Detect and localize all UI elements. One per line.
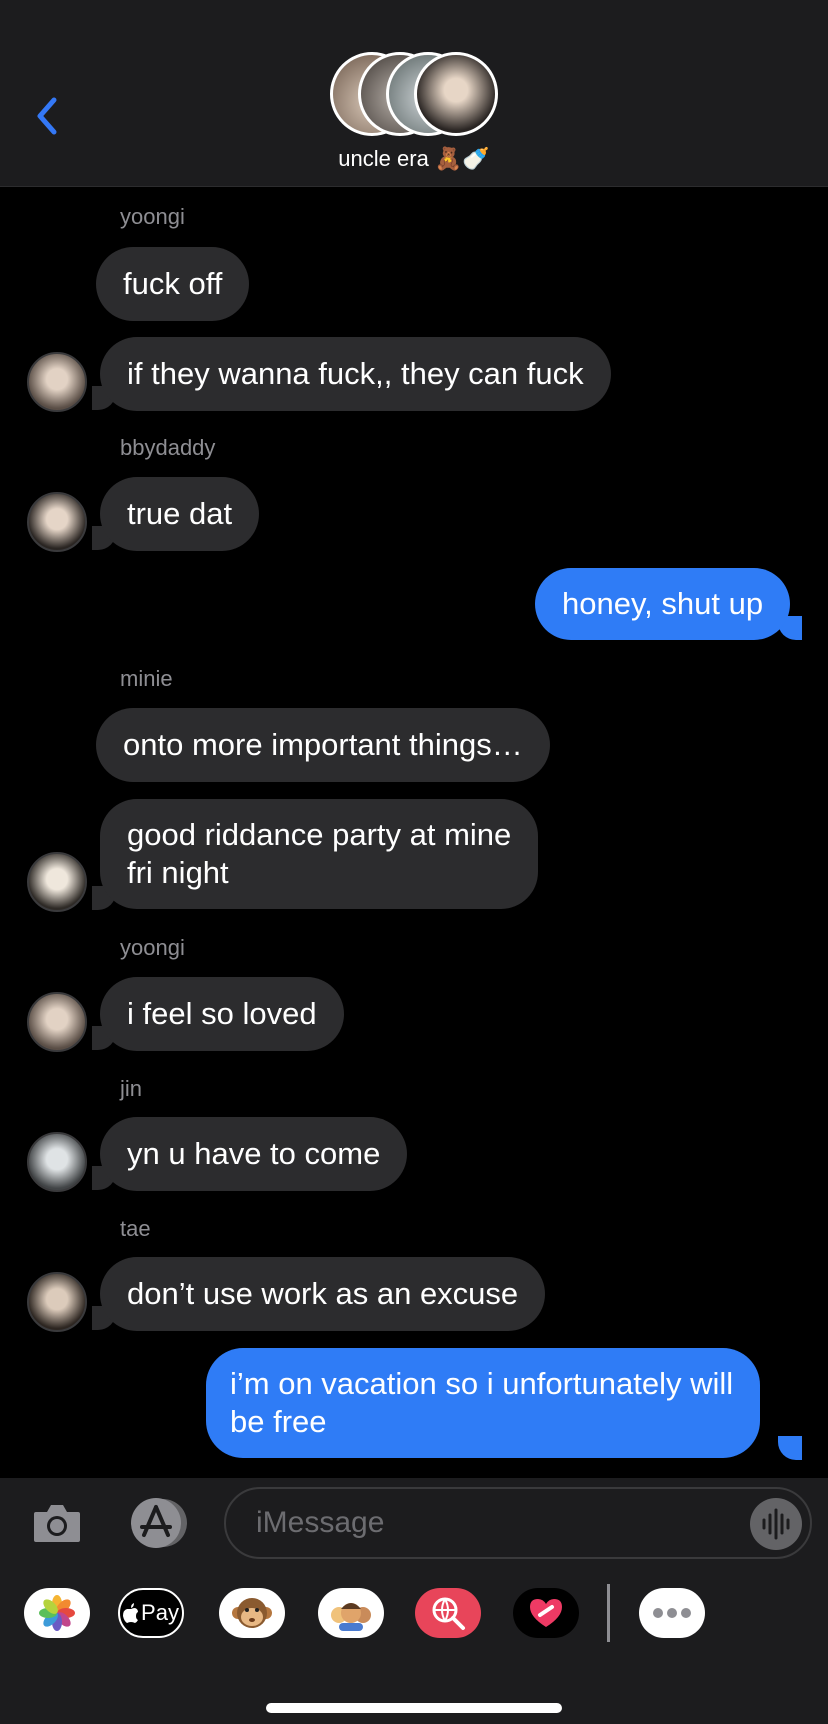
message-line: fri night	[127, 855, 229, 890]
conversation-header: uncle era 🧸🍼	[0, 0, 828, 187]
sender-name: minie	[120, 666, 173, 691]
bubble-tail	[778, 1436, 802, 1460]
memoji-app-button[interactable]	[318, 1588, 384, 1638]
message-bubble[interactable]: i’m on vacation so i unfortunately will …	[206, 1348, 761, 1458]
compose-bar	[0, 1478, 828, 1570]
sender-name: yoongi	[120, 935, 185, 960]
globe-search-icon	[432, 1597, 465, 1630]
avatar[interactable]	[27, 992, 87, 1052]
waveform-icon	[762, 1508, 790, 1540]
monkey-icon	[232, 1598, 272, 1628]
group-avatar-stack[interactable]	[330, 52, 498, 136]
avatar[interactable]	[27, 352, 87, 412]
app-store-icon[interactable]	[126, 1496, 190, 1550]
message-bubble[interactable]: yn u have to come	[100, 1117, 408, 1191]
message-bubble[interactable]: true dat	[100, 477, 260, 551]
photos-icon	[39, 1595, 75, 1631]
search-images-app-button[interactable]	[415, 1588, 481, 1638]
avatar[interactable]	[27, 852, 87, 912]
audio-message-button[interactable]	[750, 1498, 802, 1550]
avatar[interactable]	[27, 1272, 87, 1332]
sender-name: jin	[120, 1076, 143, 1101]
apple-pay-label: Pay	[141, 1600, 179, 1625]
message-bubble[interactable]: i feel so loved	[100, 977, 344, 1051]
home-indicator[interactable]	[266, 1703, 562, 1713]
digital-touch-app-button[interactable]	[513, 1588, 579, 1638]
sender-name: tae	[120, 1216, 151, 1241]
message-bubble[interactable]: fuck off	[96, 247, 250, 321]
message-line: i’m on vacation so i unfortunately will	[230, 1366, 734, 1401]
app-drawer: Pay	[0, 1570, 828, 1724]
avatar[interactable]	[27, 1132, 87, 1192]
memoji-icon	[331, 1603, 371, 1631]
camera-icon[interactable]	[32, 1502, 82, 1544]
apple-logo-icon	[123, 1603, 139, 1623]
sender-name: yoongi	[120, 204, 185, 229]
animoji-app-button[interactable]	[219, 1588, 285, 1638]
more-apps-button[interactable]	[639, 1588, 705, 1638]
message-bubble[interactable]: honey, shut up	[535, 568, 791, 640]
message-bubble[interactable]: don’t use work as an excuse	[100, 1257, 546, 1331]
message-bubble[interactable]: onto more important things…	[96, 708, 550, 782]
group-title[interactable]: uncle era 🧸🍼	[0, 146, 828, 172]
message-line: good riddance party at mine	[127, 817, 512, 852]
avatar	[414, 52, 498, 136]
avatar[interactable]	[27, 492, 87, 552]
message-line: be free	[230, 1404, 327, 1439]
sender-name: bbydaddy	[120, 435, 216, 460]
chevron-left-icon[interactable]	[30, 92, 66, 140]
message-bubble[interactable]: good riddance party at mine fri night	[100, 799, 539, 909]
heart-icon	[530, 1599, 562, 1627]
apple-pay-button[interactable]: Pay	[118, 1588, 184, 1638]
ellipsis-icon	[653, 1608, 691, 1618]
message-field	[224, 1487, 812, 1559]
message-bubble[interactable]: if they wanna fuck,, they can fuck	[100, 337, 611, 411]
message-input[interactable]	[256, 1499, 726, 1547]
divider	[607, 1584, 610, 1642]
photos-app-button[interactable]	[24, 1588, 90, 1638]
